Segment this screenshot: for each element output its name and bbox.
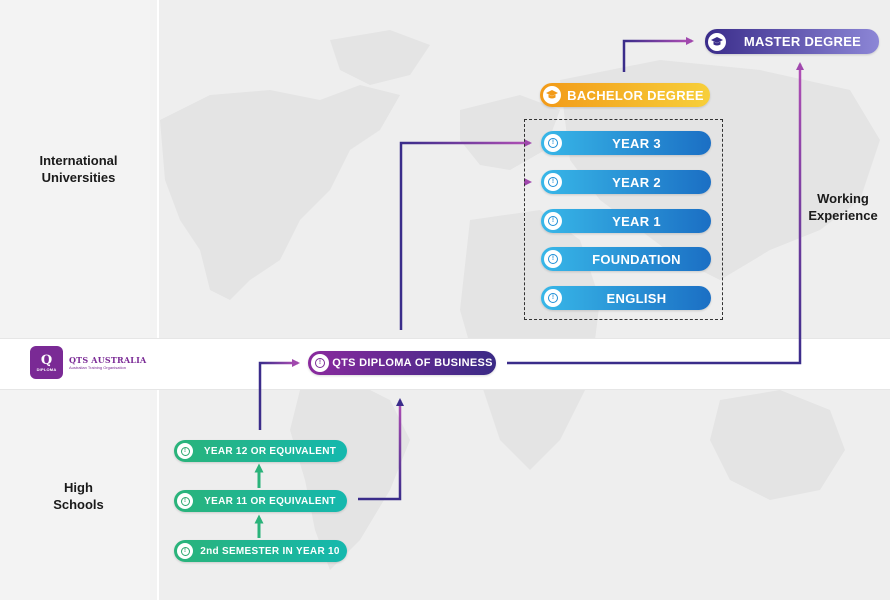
- arrow-year11-to-diploma: [358, 398, 404, 501]
- clock-ring: !: [548, 177, 558, 187]
- clock-ring: !: [180, 446, 190, 456]
- step-label: YEAR 11 OR EQUIVALENT: [204, 495, 336, 507]
- step-label: 2nd SEMESTER IN YEAR 10: [200, 545, 340, 557]
- clock-ring: !: [180, 546, 190, 556]
- step-year1: ! YEAR 1: [541, 209, 711, 233]
- arrow-bachelor-to-master: [622, 37, 694, 72]
- master-degree-label: MASTER DEGREE: [743, 34, 862, 49]
- step-label: YEAR 12 OR EQUIVALENT: [203, 445, 337, 457]
- working-experience-label: Working Experience: [803, 190, 883, 224]
- master-degree-pill: MASTER DEGREE: [705, 29, 879, 54]
- cap-glyph: [711, 36, 723, 45]
- label-line: Working: [817, 191, 869, 206]
- step-label: YEAR 1: [612, 213, 661, 229]
- step-year2: ! YEAR 2: [541, 170, 711, 194]
- clock-icon: !: [544, 289, 562, 307]
- step-foundation: ! FOUNDATION: [541, 247, 711, 271]
- bachelor-degree-pill: BACHELOR DEGREE: [540, 83, 710, 107]
- graduation-cap-icon: [543, 86, 561, 104]
- step-english: ! ENGLISH: [541, 286, 711, 310]
- clock-icon: !: [544, 212, 562, 230]
- bachelor-degree-label: BACHELOR DEGREE: [567, 87, 704, 103]
- diploma-label: QTS DIPLOMA OF BUSINESS: [332, 357, 493, 369]
- step-year12: ! YEAR 12 OR EQUIVALENT: [174, 440, 347, 462]
- clock-ring: !: [548, 138, 558, 148]
- diploma-pill: ! QTS DIPLOMA OF BUSINESS: [308, 351, 496, 375]
- clock-ring: !: [315, 358, 325, 368]
- clock-ring: !: [548, 293, 558, 303]
- clock-ring: !: [548, 216, 558, 226]
- clock-icon: !: [544, 173, 562, 191]
- connector-arrows: [254, 37, 804, 538]
- step-year11: ! YEAR 11 OR EQUIVALENT: [174, 490, 347, 512]
- arrow-year12-to-diploma: [258, 359, 300, 430]
- cap-glyph: [546, 90, 558, 99]
- clock-ring: !: [548, 254, 558, 264]
- clock-icon: !: [544, 250, 562, 268]
- clock-ring: !: [180, 496, 190, 506]
- clock-icon: !: [311, 354, 329, 372]
- step-year3: ! YEAR 3: [541, 131, 711, 155]
- clock-icon: !: [177, 443, 193, 459]
- step-label: YEAR 2: [612, 174, 661, 190]
- step-label: ENGLISH: [606, 290, 667, 306]
- clock-icon: !: [177, 493, 193, 509]
- step-label: FOUNDATION: [592, 251, 681, 267]
- graduation-cap-icon: [708, 32, 726, 51]
- step-label: YEAR 3: [612, 135, 661, 151]
- clock-icon: !: [177, 543, 193, 559]
- step-year10: ! 2nd SEMESTER IN YEAR 10: [174, 540, 347, 562]
- label-line: Experience: [808, 208, 878, 223]
- arrow-diploma-to-year3: [399, 139, 532, 330]
- clock-icon: !: [544, 134, 562, 152]
